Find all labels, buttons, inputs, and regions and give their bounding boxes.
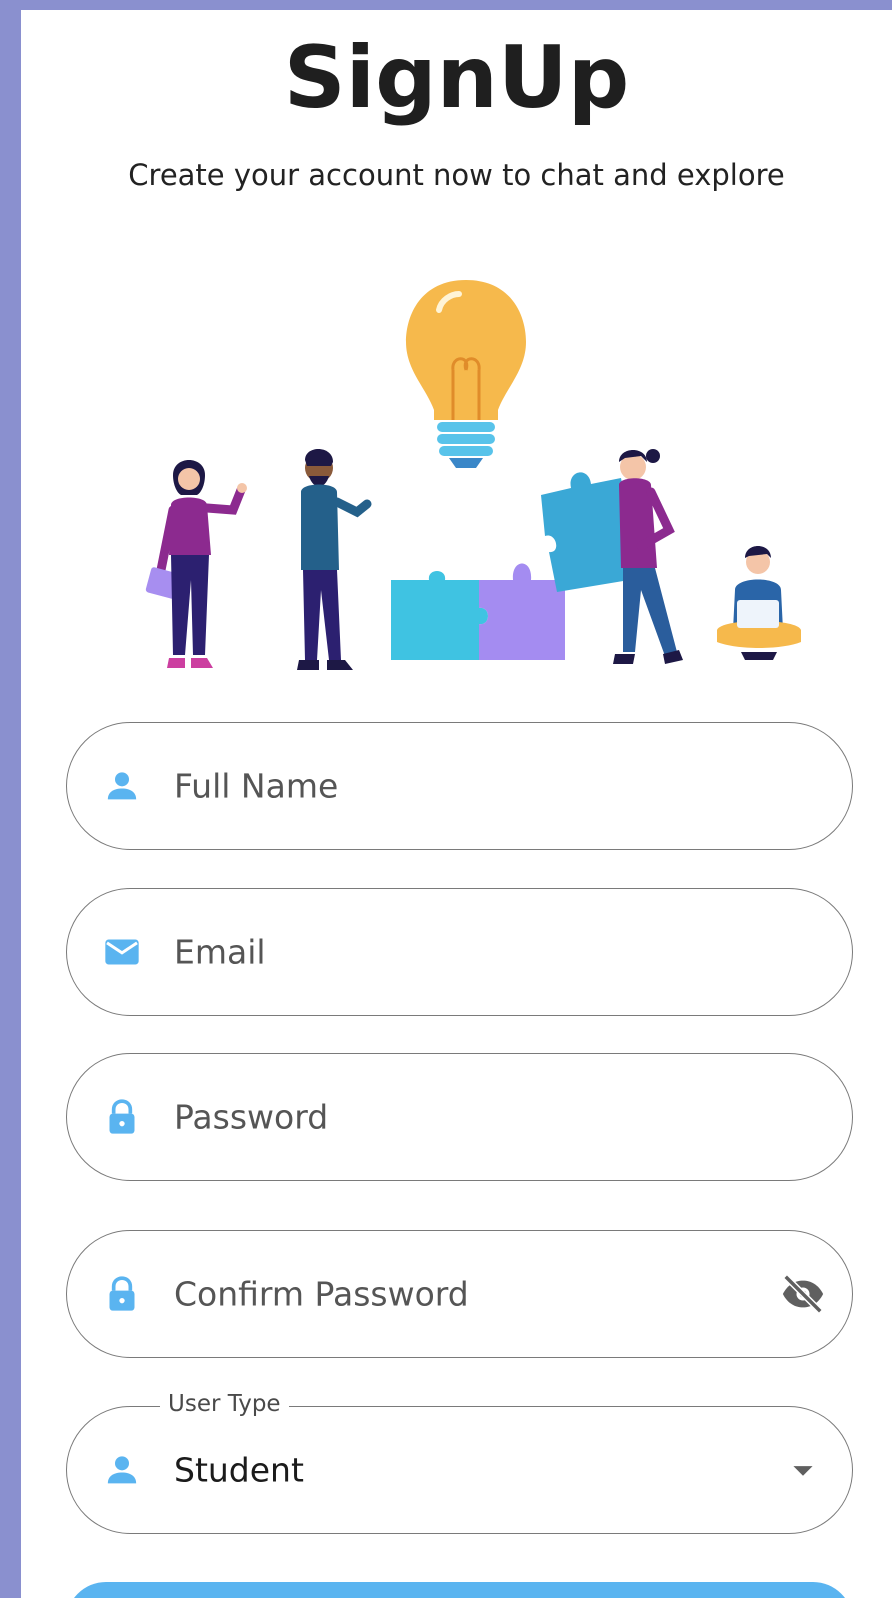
teamwork-illustration [145, 280, 801, 670]
dropdown-arrow-icon[interactable] [780, 1447, 826, 1493]
man-figure [297, 448, 372, 670]
confirm-password-field[interactable]: Confirm Password [66, 1230, 853, 1358]
password-field[interactable]: Password [66, 1053, 853, 1181]
full-name-placeholder: Full Name [174, 766, 339, 806]
lock-icon [109, 1276, 135, 1311]
lock-icon [109, 1099, 135, 1134]
signup-screen: SignUp Create your account now to chat a… [21, 10, 892, 1598]
woman-figure-right [613, 449, 683, 664]
user-type-select[interactable]: User Type Student [66, 1391, 853, 1534]
full-name-field[interactable]: Full Name [66, 722, 853, 850]
mail-icon [105, 939, 139, 965]
signup-button[interactable] [66, 1582, 853, 1598]
lightbulb-icon [406, 280, 526, 468]
confirm-password-placeholder: Confirm Password [174, 1274, 469, 1314]
person-icon [107, 1456, 137, 1484]
seated-man-figure [717, 546, 801, 660]
password-placeholder: Password [174, 1097, 329, 1137]
user-type-label: User Type [160, 1391, 289, 1417]
email-placeholder: Email [174, 932, 266, 972]
puzzle-pieces [391, 472, 641, 660]
user-type-value: Student [174, 1450, 304, 1490]
email-field[interactable]: Email [66, 888, 853, 1016]
person-icon [107, 772, 137, 800]
page-title: SignUp [283, 28, 630, 128]
page-subtitle: Create your account now to chat and expl… [128, 158, 785, 192]
visibility-off-icon[interactable] [780, 1271, 826, 1317]
woman-figure-left [145, 460, 247, 668]
